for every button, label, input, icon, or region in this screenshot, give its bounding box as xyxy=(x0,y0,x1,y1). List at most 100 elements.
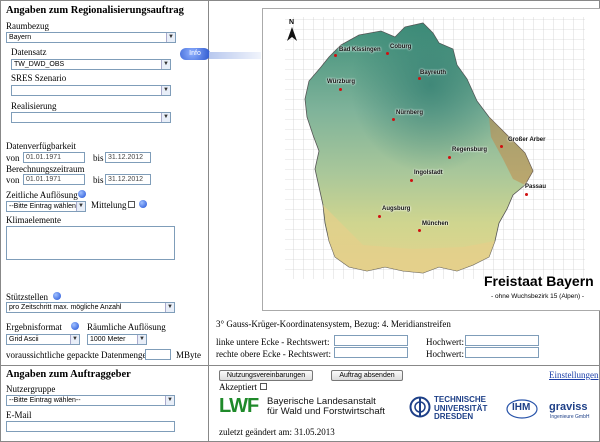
city-label: Regensburg xyxy=(452,147,488,153)
city-label: Augsburg xyxy=(382,206,411,212)
stuetz-label: Stützstellen xyxy=(6,292,48,302)
accepted-label: Akzeptiert xyxy=(219,382,257,392)
raeuml-select[interactable]: 1000 Meter ▼ xyxy=(87,334,147,345)
datensatz-label: Datensatz xyxy=(11,47,47,57)
verf-von-field[interactable]: 01.01.1971 xyxy=(23,152,85,163)
terms-button[interactable]: Nutzungsvereinbarungen xyxy=(219,370,313,381)
verf-von-label: von xyxy=(6,153,20,163)
stuetz-select[interactable]: pro Zeitschritt max. mögliche Anzahl ▼ xyxy=(6,302,175,313)
klimaelemente-list[interactable] xyxy=(6,226,175,260)
map-title: Freistaat Bayern xyxy=(484,273,594,289)
berechnung-label: Berechnungszeitraum xyxy=(6,164,85,174)
chevron-down-icon: ▼ xyxy=(70,335,79,344)
city-dot xyxy=(392,118,395,121)
verfuegbarkeit-label: Datenverfügbarkeit xyxy=(6,141,76,151)
city-dot xyxy=(334,54,337,57)
aufloesung-value: --Bitte Eintrag wählen-- xyxy=(9,203,81,210)
datensatz-select[interactable]: TW_DWD_OBS ▼ xyxy=(11,59,171,70)
chevron-down-icon: ▼ xyxy=(161,86,170,95)
lower-left-hochwert-field[interactable] xyxy=(465,335,539,346)
aufloesung-select[interactable]: --Bitte Eintrag wählen-- ▼ xyxy=(6,201,86,212)
klima-label: Klimaelemente xyxy=(6,215,61,225)
upper-right-hochwert-field[interactable] xyxy=(465,347,539,358)
raumbezug-select[interactable]: Bayern ▼ xyxy=(6,32,176,43)
map-subtitle: - ohne Wuchsbezirk 15 (Alpen) - xyxy=(491,293,585,300)
city-dot xyxy=(418,77,421,80)
tu-dresden-logo-icon xyxy=(409,396,431,418)
ergebnis-info-icon[interactable] xyxy=(71,322,79,330)
lower-left-rechtswert-field[interactable] xyxy=(334,335,408,346)
upper-right-rechtswert-field[interactable] xyxy=(334,347,408,358)
raeuml-value: 1000 Meter xyxy=(90,336,126,343)
north-arrow-icon xyxy=(287,27,297,41)
raumbezug-value: Bayern xyxy=(9,34,32,41)
tu-line3: DRESDEN xyxy=(434,412,474,421)
chevron-down-icon: ▼ xyxy=(165,396,174,405)
bavaria-map[interactable]: N Bad Kissingen Coburg Bayreuth Würzburg… xyxy=(262,8,600,311)
city-label: Coburg xyxy=(390,44,412,50)
chevron-down-icon: ▼ xyxy=(76,202,85,211)
chevron-down-icon: ▼ xyxy=(161,113,170,122)
ber-bis-field[interactable]: 31.12.2012 xyxy=(105,174,151,185)
realisierung-label: Realisierung xyxy=(11,101,57,111)
sres-select[interactable]: ▼ xyxy=(11,85,171,96)
lower-left-hochwert-label: Hochwert: xyxy=(426,337,464,347)
city-label: Bayreuth xyxy=(420,70,447,76)
mittelung-label: Mittelung xyxy=(91,200,127,210)
submit-button[interactable]: Auftrag absenden xyxy=(331,370,403,381)
datenmenge-unit: MByte xyxy=(176,350,202,360)
nutzergruppe-select[interactable]: --Bitte Eintrag wählen-- ▼ xyxy=(6,395,175,406)
city-dot xyxy=(378,215,381,218)
mittelung-checkbox[interactable] xyxy=(128,201,135,208)
aufloesung-info-icon[interactable] xyxy=(78,190,86,198)
info-bubble[interactable]: Info xyxy=(180,48,210,60)
raumbezug-label: Raumbezug xyxy=(6,21,49,31)
ber-von-label: von xyxy=(6,175,20,185)
city-dot xyxy=(418,229,421,232)
email-field[interactable] xyxy=(6,421,175,432)
city-label: Passau xyxy=(525,184,547,190)
accepted-checkbox[interactable] xyxy=(260,383,267,390)
ber-bis-label: bis xyxy=(93,175,104,185)
stuetz-value: pro Zeitschritt max. mögliche Anzahl xyxy=(9,304,122,311)
datenmenge-field xyxy=(145,349,171,360)
chevron-down-icon: ▼ xyxy=(137,335,146,344)
raeuml-label: Räumliche Auflösung xyxy=(87,322,166,332)
mittelung-info-icon[interactable] xyxy=(139,200,147,208)
app-page: Angaben zum Regionalisierungsauftrag Rau… xyxy=(0,0,600,442)
last-changed: zuletzt geändert am: 31.05.2013 xyxy=(219,427,335,437)
nutzergruppe-value: --Bitte Eintrag wählen-- xyxy=(9,397,81,404)
lwf-line2: für Wald und Forstwirtschaft xyxy=(267,406,385,417)
ergebnis-value: Grid Ascii xyxy=(9,336,39,343)
city-dot xyxy=(525,193,528,196)
upper-right-hochwert-label: Hochwert: xyxy=(426,349,464,359)
order-form-panel: Angaben zum Regionalisierungsauftrag Rau… xyxy=(1,1,209,442)
datensatz-value: TW_DWD_OBS xyxy=(14,61,65,68)
lower-left-label: linke untere Ecke - Rechtswert: xyxy=(216,337,330,347)
city-label: Großer Arber xyxy=(508,137,546,143)
city-dot xyxy=(339,88,342,91)
city-label: Nürnberg xyxy=(396,110,423,116)
graviss-logo: graviss xyxy=(549,401,588,413)
verf-bis-field[interactable]: 31.12.2012 xyxy=(105,152,151,163)
ber-von-field[interactable]: 01.01.1971 xyxy=(23,174,85,185)
city-dot xyxy=(386,52,389,55)
map-graphic xyxy=(285,17,585,279)
city-dot xyxy=(500,145,503,148)
city-label: Würzburg xyxy=(327,79,355,85)
datenmenge-label: voraussichtliche gepackte Datenmenge: xyxy=(6,350,149,360)
city-label: Ingolstadt xyxy=(414,170,443,176)
section-divider xyxy=(1,365,600,366)
nutzergruppe-label: Nutzergruppe xyxy=(6,384,56,394)
realisierung-select[interactable]: ▼ xyxy=(11,112,171,123)
chevron-down-icon: ▼ xyxy=(161,60,170,69)
city-label: Bad Kissingen xyxy=(339,47,381,53)
sres-label: SRES Szenario xyxy=(11,73,67,83)
aufloesung-label: Zeitliche Auflösung xyxy=(6,190,78,200)
ergebnis-select[interactable]: Grid Ascii ▼ xyxy=(6,334,80,345)
stuetz-info-icon[interactable] xyxy=(53,292,61,300)
chevron-down-icon: ▼ xyxy=(166,33,175,42)
chevron-down-icon: ▼ xyxy=(165,303,174,312)
settings-link[interactable]: Einstellungen xyxy=(549,370,599,380)
auftraggeber-title: Angaben zum Auftraggeber xyxy=(6,369,131,380)
